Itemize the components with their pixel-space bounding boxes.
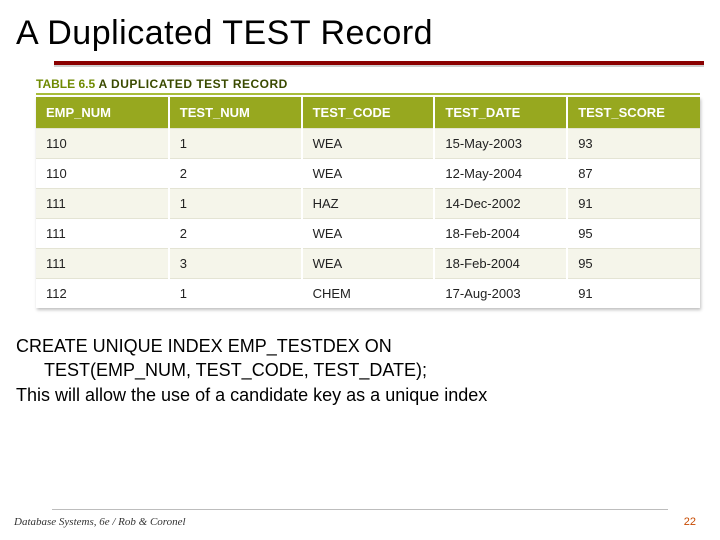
cell: 111 [36, 249, 169, 279]
cell: HAZ [302, 189, 435, 219]
explainer-line: This will allow the use of a candidate k… [16, 385, 487, 405]
cell: 91 [567, 189, 700, 219]
table-label-number: 6.5 [78, 77, 95, 91]
sql-line-2: TEST(EMP_NUM, TEST_CODE, TEST_DATE); [44, 358, 698, 382]
cell: 14-Dec-2002 [434, 189, 567, 219]
cell: 2 [169, 219, 302, 249]
table-head: EMP_NUM TEST_NUM TEST_CODE TEST_DATE TES… [36, 97, 700, 129]
table-row: 112 1 CHEM 17-Aug-2003 91 [36, 279, 700, 309]
col-test-date: TEST_DATE [434, 97, 567, 129]
cell: 93 [567, 129, 700, 159]
col-emp-num: EMP_NUM [36, 97, 169, 129]
cell: 110 [36, 159, 169, 189]
table-container: TABLE 6.5 A DUPLICATED TEST RECORD EMP_N… [36, 77, 700, 308]
col-test-code: TEST_CODE [302, 97, 435, 129]
cell: 110 [36, 129, 169, 159]
cell: 18-Feb-2004 [434, 249, 567, 279]
col-test-score: TEST_SCORE [567, 97, 700, 129]
cell: WEA [302, 219, 435, 249]
cell: 18-Feb-2004 [434, 219, 567, 249]
page-number: 22 [684, 516, 696, 528]
cell: 1 [169, 279, 302, 309]
title-rule-gray [54, 65, 704, 67]
cell: 111 [36, 219, 169, 249]
table-label: TABLE 6.5 A DUPLICATED TEST RECORD [36, 77, 700, 91]
table-row: 111 1 HAZ 14-Dec-2002 91 [36, 189, 700, 219]
cell: 95 [567, 219, 700, 249]
table-row: 110 2 WEA 12-May-2004 87 [36, 159, 700, 189]
body-text: CREATE UNIQUE INDEX EMP_TESTDEX ON TEST(… [16, 334, 698, 407]
cell: WEA [302, 129, 435, 159]
cell: 111 [36, 189, 169, 219]
cell: CHEM [302, 279, 435, 309]
table-label-bar [36, 93, 700, 95]
cell: 3 [169, 249, 302, 279]
slide: A Duplicated TEST Record TABLE 6.5 A DUP… [0, 0, 720, 540]
table-row: 111 2 WEA 18-Feb-2004 95 [36, 219, 700, 249]
data-table: EMP_NUM TEST_NUM TEST_CODE TEST_DATE TES… [36, 97, 700, 308]
cell: 12-May-2004 [434, 159, 567, 189]
cell: 91 [567, 279, 700, 309]
table-body: 110 1 WEA 15-May-2003 93 110 2 WEA 12-Ma… [36, 129, 700, 309]
col-test-num: TEST_NUM [169, 97, 302, 129]
footer: Database Systems, 6e / Rob & Coronel 22 [0, 509, 720, 528]
cell: 112 [36, 279, 169, 309]
slide-title: A Duplicated TEST Record [0, 0, 720, 59]
cell: 15-May-2003 [434, 129, 567, 159]
cell: 1 [169, 189, 302, 219]
cell: 17-Aug-2003 [434, 279, 567, 309]
cell: WEA [302, 159, 435, 189]
cell: 1 [169, 129, 302, 159]
footer-citation: Database Systems, 6e / Rob & Coronel [14, 516, 186, 528]
cell: 87 [567, 159, 700, 189]
table-row: 110 1 WEA 15-May-2003 93 [36, 129, 700, 159]
table-row: 111 3 WEA 18-Feb-2004 95 [36, 249, 700, 279]
footer-rule [52, 509, 668, 510]
sql-line-1: CREATE UNIQUE INDEX EMP_TESTDEX ON [16, 336, 392, 356]
cell: 2 [169, 159, 302, 189]
cell: 95 [567, 249, 700, 279]
cell: WEA [302, 249, 435, 279]
table-label-desc: A DUPLICATED TEST RECORD [98, 77, 287, 91]
table-label-prefix: TABLE [36, 77, 75, 91]
